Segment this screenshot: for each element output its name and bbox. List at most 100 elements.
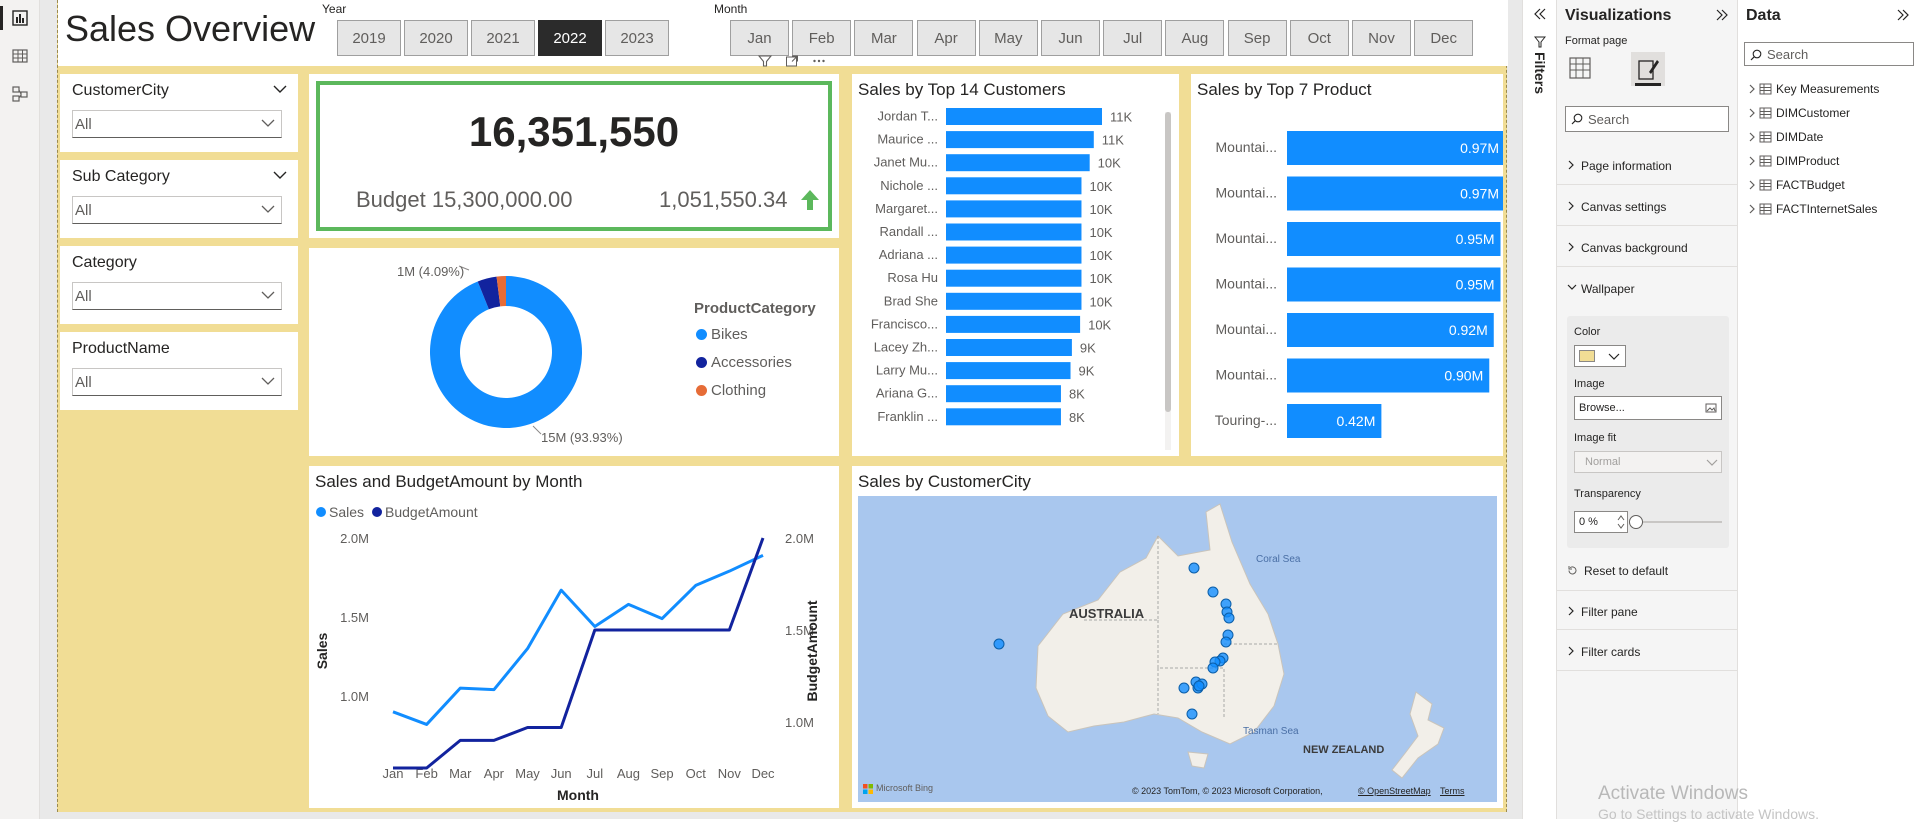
month-button-jan[interactable]: Jan: [730, 20, 789, 56]
bar-11[interactable]: [946, 362, 1071, 380]
line-chart-tile[interactable]: Sales and BudgetAmount by Month Sales Bud…: [309, 466, 839, 808]
year-button-2023[interactable]: 2023: [605, 20, 669, 56]
viz-search-input[interactable]: Search: [1565, 106, 1729, 132]
year-button-2022[interactable]: 2022: [538, 20, 602, 56]
transparency-slider-thumb[interactable]: [1629, 515, 1643, 529]
model-view-icon[interactable]: [10, 84, 30, 104]
bar-3[interactable]: [946, 177, 1082, 195]
bar-0[interactable]: [946, 108, 1102, 125]
slicer-dropdown[interactable]: All: [72, 196, 282, 224]
slicer-dropdown[interactable]: All: [72, 368, 282, 396]
color-picker[interactable]: [1574, 345, 1626, 367]
data-table-key-measurements[interactable]: Key Measurements: [1746, 78, 1916, 100]
bar-10[interactable]: [946, 339, 1072, 356]
report-view-icon[interactable]: [10, 8, 30, 28]
filter-icon[interactable]: [758, 54, 772, 68]
osm-link[interactable]: © OpenStreetMap: [1358, 786, 1431, 796]
month-button-jul[interactable]: Jul: [1103, 20, 1163, 56]
legend-item-clothing[interactable]: Clothing: [711, 382, 766, 399]
browse-image-input[interactable]: Browse...: [1574, 396, 1722, 420]
chevron-double-right-icon[interactable]: [1896, 9, 1910, 21]
month-button-dec[interactable]: Dec: [1414, 20, 1474, 56]
data-table-factinternetsales[interactable]: FACTInternetSales: [1746, 198, 1916, 220]
line-series-budgetamount[interactable]: [393, 537, 765, 770]
map-tile[interactable]: Sales by CustomerCity AUSTRALIA Coral Se…: [852, 466, 1503, 808]
bar-12[interactable]: [946, 385, 1061, 403]
chevron-right-icon[interactable]: [1748, 132, 1756, 142]
bar-6[interactable]: [946, 246, 1082, 264]
month-button-oct[interactable]: Oct: [1289, 20, 1349, 56]
legend-item-sales[interactable]: Sales: [329, 504, 364, 520]
month-button-apr[interactable]: Apr: [916, 20, 976, 56]
chevron-right-icon[interactable]: [1748, 84, 1756, 94]
data-search-input[interactable]: Search: [1744, 42, 1914, 66]
more-options-icon[interactable]: [812, 54, 826, 68]
section-filter-cards[interactable]: Filter cards: [1557, 631, 1738, 671]
city-marker[interactable]: [1186, 708, 1198, 720]
scrollbar-thumb[interactable]: [1165, 112, 1171, 412]
month-button-sep[interactable]: Sep: [1227, 20, 1287, 56]
terms-link[interactable]: Terms: [1440, 786, 1465, 796]
bar-9[interactable]: [946, 315, 1081, 333]
slicer-productname[interactable]: ProductName All: [60, 332, 298, 410]
transparency-slider-track[interactable]: [1634, 521, 1722, 523]
bar-7[interactable]: [946, 269, 1082, 287]
table-view-icon[interactable]: [10, 46, 30, 66]
slicer-customercity[interactable]: CustomerCity All: [60, 74, 298, 152]
chevron-down-icon[interactable]: [272, 170, 288, 180]
chevron-right-icon[interactable]: [1748, 180, 1756, 190]
bar-4[interactable]: [946, 200, 1082, 218]
city-marker[interactable]: [993, 638, 1005, 650]
month-button-jun[interactable]: Jun: [1041, 20, 1100, 56]
data-table-dimcustomer[interactable]: DIMCustomer: [1746, 102, 1916, 124]
slicer-dropdown[interactable]: All: [72, 110, 282, 138]
build-visual-icon[interactable]: [1567, 55, 1593, 81]
transparency-input[interactable]: 0 %: [1574, 511, 1628, 533]
slicer-category[interactable]: Category All: [60, 246, 298, 324]
focus-mode-icon[interactable]: [785, 54, 799, 68]
bar-13[interactable]: [946, 408, 1061, 426]
chevron-double-left-icon[interactable]: [1534, 8, 1546, 20]
month-button-feb[interactable]: Feb: [792, 20, 852, 56]
data-table-dimdate[interactable]: DIMDate: [1746, 126, 1916, 148]
city-marker[interactable]: [1207, 586, 1219, 598]
format-tab[interactable]: [1631, 52, 1665, 86]
section-canvas-settings[interactable]: Canvas settings: [1557, 186, 1738, 226]
month-button-mar[interactable]: Mar: [854, 20, 914, 56]
slicer-dropdown[interactable]: All: [72, 282, 282, 310]
chevron-down-icon[interactable]: [272, 84, 288, 94]
products-bar-tile[interactable]: Sales by Top 7 Product Mountai... 0.97M Mo…: [1191, 74, 1503, 456]
city-marker[interactable]: [1178, 682, 1190, 694]
spinner-icon[interactable]: [1617, 514, 1625, 530]
city-marker[interactable]: [1207, 662, 1219, 674]
kpi-card[interactable]: 16,351,550 Budget 15,300,000.00 1,051,55…: [309, 74, 839, 238]
chevron-double-right-icon[interactable]: [1715, 9, 1729, 21]
customers-bar-tile[interactable]: Sales by Top 14 Customers Jordan T... 11K…: [852, 74, 1179, 456]
year-button-2021[interactable]: 2021: [471, 20, 535, 56]
year-button-2020[interactable]: 2020: [404, 20, 468, 56]
month-button-may[interactable]: May: [978, 20, 1038, 56]
map-canvas[interactable]: [858, 496, 1497, 802]
line-series-sales[interactable]: [392, 554, 764, 726]
scrollbar-track[interactable]: [1165, 112, 1171, 450]
city-marker[interactable]: [1193, 680, 1205, 692]
bar-1[interactable]: [946, 131, 1094, 149]
year-button-2019[interactable]: 2019: [337, 20, 401, 56]
chevron-right-icon[interactable]: [1748, 204, 1756, 214]
month-button-nov[interactable]: Nov: [1352, 20, 1411, 56]
chevron-right-icon[interactable]: [1748, 156, 1756, 166]
section-wallpaper[interactable]: Wallpaper: [1557, 268, 1738, 308]
month-button-aug[interactable]: Aug: [1165, 20, 1225, 56]
city-marker[interactable]: [1188, 562, 1200, 574]
legend-item-accessories[interactable]: Accessories: [711, 354, 792, 371]
slicer-subcategory[interactable]: Sub Category All: [60, 160, 298, 238]
donut-chart-tile[interactable]: 1M (4.09%) 15M (93.93%) ProductCategory …: [309, 248, 839, 456]
section-page-information[interactable]: Page information: [1557, 145, 1738, 185]
data-table-factbudget[interactable]: FACTBudget: [1746, 174, 1916, 196]
filters-pane[interactable]: Filters: [1522, 0, 1557, 819]
section-canvas-background[interactable]: Canvas background: [1557, 227, 1738, 267]
city-marker[interactable]: [1220, 636, 1232, 648]
data-table-dimproduct[interactable]: DIMProduct: [1746, 150, 1916, 172]
city-marker[interactable]: [1223, 612, 1235, 624]
legend-item-bikes[interactable]: Bikes: [711, 326, 748, 343]
